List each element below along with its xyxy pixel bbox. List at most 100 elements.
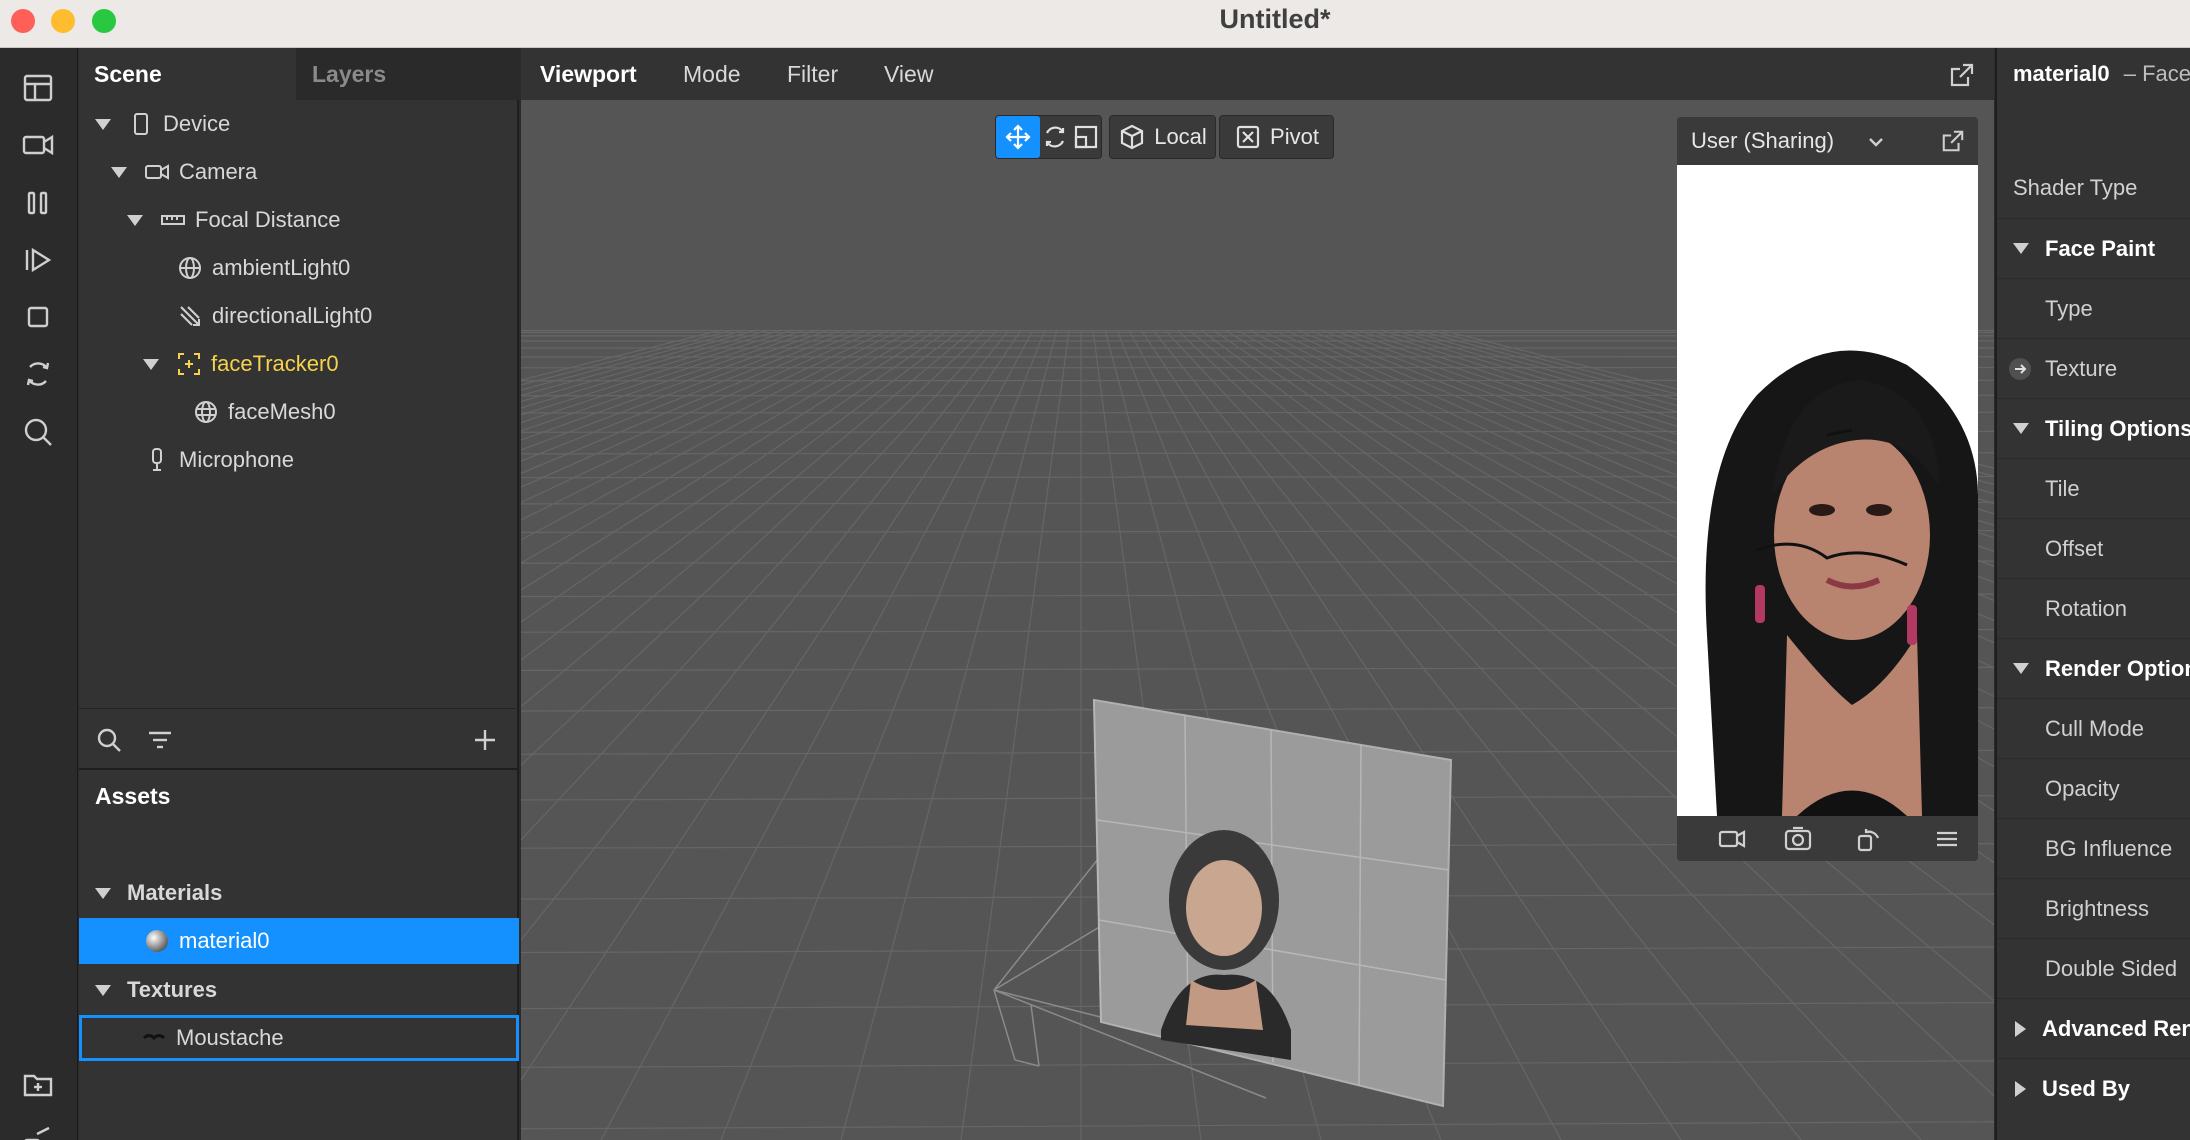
prop-bg-influence[interactable]: BG Influence <box>1997 818 2190 878</box>
share-icon[interactable] <box>15 1118 61 1140</box>
pop-out-icon[interactable] <box>1949 62 1975 88</box>
prop-label: Shader Type <box>2013 175 2138 200</box>
move-icon <box>1005 124 1031 150</box>
move-tool-button[interactable] <box>996 116 1040 158</box>
prop-label: Double Sided <box>2045 955 2178 981</box>
menu-filter[interactable]: Filter <box>787 48 838 100</box>
prop-texture[interactable]: Texture <box>1997 338 2190 398</box>
section-advanced-render[interactable]: Advanced Render <box>1997 998 2190 1058</box>
add-object-icon[interactable] <box>471 726 499 754</box>
menu-icon[interactable] <box>1932 824 1962 854</box>
face-tracker-icon <box>175 350 203 378</box>
prop-offset[interactable]: Offset <box>1997 518 2190 578</box>
scene-search-bar <box>79 708 519 770</box>
section-tiling-options[interactable]: Tiling Options <box>1997 398 2190 458</box>
camera-icon <box>143 158 171 186</box>
menu-view[interactable]: View <box>884 48 933 100</box>
assets-textures-group[interactable]: Textures <box>95 967 217 1013</box>
asset-item-material[interactable]: material0 <box>79 918 519 964</box>
search-icon[interactable] <box>15 409 61 455</box>
section-label: Tiling Options <box>2045 415 2190 441</box>
switch-camera-icon[interactable] <box>1783 824 1813 854</box>
simulator-controls <box>1677 816 1978 861</box>
video-camera-icon[interactable] <box>15 122 61 168</box>
local-label: Local <box>1154 124 1207 149</box>
expand-arrow-icon[interactable] <box>95 887 111 899</box>
prop-opacity[interactable]: Opacity <box>1997 758 2190 818</box>
prop-shader-type[interactable]: Shader Type <box>1997 158 2190 218</box>
tree-item-face-mesh[interactable]: faceMesh0 <box>192 389 336 435</box>
tree-item-label: Device <box>163 111 231 136</box>
material-sphere-icon <box>143 927 171 955</box>
section-label: Face Paint <box>2045 235 2156 261</box>
expand-arrow-icon[interactable] <box>95 118 111 130</box>
simulator-screen[interactable] <box>1677 165 1978 816</box>
tree-item-label: ambientLight0 <box>212 255 351 280</box>
title-bar: Untitled* <box>0 0 2190 48</box>
asset-item-texture[interactable]: Moustache <box>79 1015 519 1061</box>
section-used-by[interactable]: Used By <box>1997 1058 2190 1118</box>
expand-arrow-icon[interactable] <box>111 166 127 178</box>
asset-item-label: Moustache <box>176 1025 284 1050</box>
connect-arrow-icon[interactable] <box>2009 357 2031 380</box>
tab-scene[interactable]: Scene <box>79 48 296 100</box>
section-render-options[interactable]: Render Options <box>1997 638 2190 698</box>
prop-type[interactable]: Type <box>1997 278 2190 338</box>
scene-tabs: Scene Layers <box>79 48 519 100</box>
tab-layers[interactable]: Layers <box>297 48 519 100</box>
add-folder-icon[interactable] <box>15 1061 61 1107</box>
ruler-icon <box>159 206 187 234</box>
chevron-down-icon[interactable] <box>1867 133 1885 151</box>
microphone-icon <box>143 446 171 474</box>
stop-icon[interactable] <box>15 294 61 340</box>
prop-label: Brightness <box>2045 895 2149 921</box>
scale-tool-button[interactable] <box>1071 116 1101 158</box>
expand-arrow-icon[interactable] <box>127 214 143 226</box>
collapse-arrow-icon <box>2013 243 2029 254</box>
viewport-panel: Viewport Mode Filter View Local Pivot Us… <box>521 48 1994 1140</box>
local-toggle-content: Local <box>1110 116 1215 158</box>
pause-icon[interactable] <box>15 180 61 226</box>
step-play-icon[interactable] <box>15 237 61 283</box>
texture-thumbnail-icon <box>140 1024 168 1052</box>
video-camera-icon[interactable] <box>1717 824 1747 854</box>
camera-feed-image <box>1677 165 1978 816</box>
tree-item-focal-distance[interactable]: Focal Distance <box>127 197 341 243</box>
prop-tile[interactable]: Tile <box>1997 458 2190 518</box>
tree-item-ambient-light[interactable]: ambientLight0 <box>176 245 350 291</box>
prop-double-sided[interactable]: Double Sided <box>1997 938 2190 998</box>
search-icon[interactable] <box>95 726 123 754</box>
filter-icon[interactable] <box>146 726 174 754</box>
assets-materials-group[interactable]: Materials <box>95 870 222 916</box>
prop-brightness[interactable]: Brightness <box>1997 878 2190 938</box>
menu-mode[interactable]: Mode <box>683 48 741 100</box>
tree-item-label: faceTracker0 <box>211 351 339 376</box>
rotate-device-icon[interactable] <box>1854 824 1884 854</box>
scale-icon <box>1075 125 1098 149</box>
pop-out-icon[interactable] <box>1941 129 1965 153</box>
pivot-label: Pivot <box>1270 124 1319 149</box>
left-toolbar <box>0 48 78 1140</box>
asset-item-label: material0 <box>179 928 270 953</box>
simulator-header: User (Sharing) <box>1677 117 1978 165</box>
prop-rotation[interactable]: Rotation <box>1997 578 2190 638</box>
simulator-device-select[interactable]: User (Sharing) <box>1691 128 1834 154</box>
tree-item-device[interactable]: Device <box>95 101 230 147</box>
tree-item-microphone[interactable]: Microphone <box>143 437 294 483</box>
cube-icon <box>1121 124 1144 150</box>
directional-light-icon <box>176 302 204 330</box>
layout-icon[interactable] <box>15 65 61 111</box>
local-toggle[interactable]: Local <box>1109 115 1216 159</box>
tree-item-directional-light[interactable]: directionalLight0 <box>176 293 372 339</box>
prop-label: Offset <box>2045 535 2104 561</box>
expand-arrow-icon[interactable] <box>143 358 159 370</box>
expand-arrow-icon[interactable] <box>95 984 111 996</box>
refresh-icon[interactable] <box>15 351 61 397</box>
rotate-tool-button[interactable] <box>1040 116 1072 158</box>
pivot-toggle[interactable]: Pivot <box>1219 115 1334 159</box>
section-face-paint[interactable]: Face Paint <box>1997 218 2190 278</box>
prop-cull-mode[interactable]: Cull Mode <box>1997 698 2190 758</box>
menu-viewport[interactable]: Viewport <box>540 48 637 100</box>
tree-item-camera[interactable]: Camera <box>111 149 257 195</box>
tree-item-face-tracker[interactable]: faceTracker0 <box>143 341 339 387</box>
